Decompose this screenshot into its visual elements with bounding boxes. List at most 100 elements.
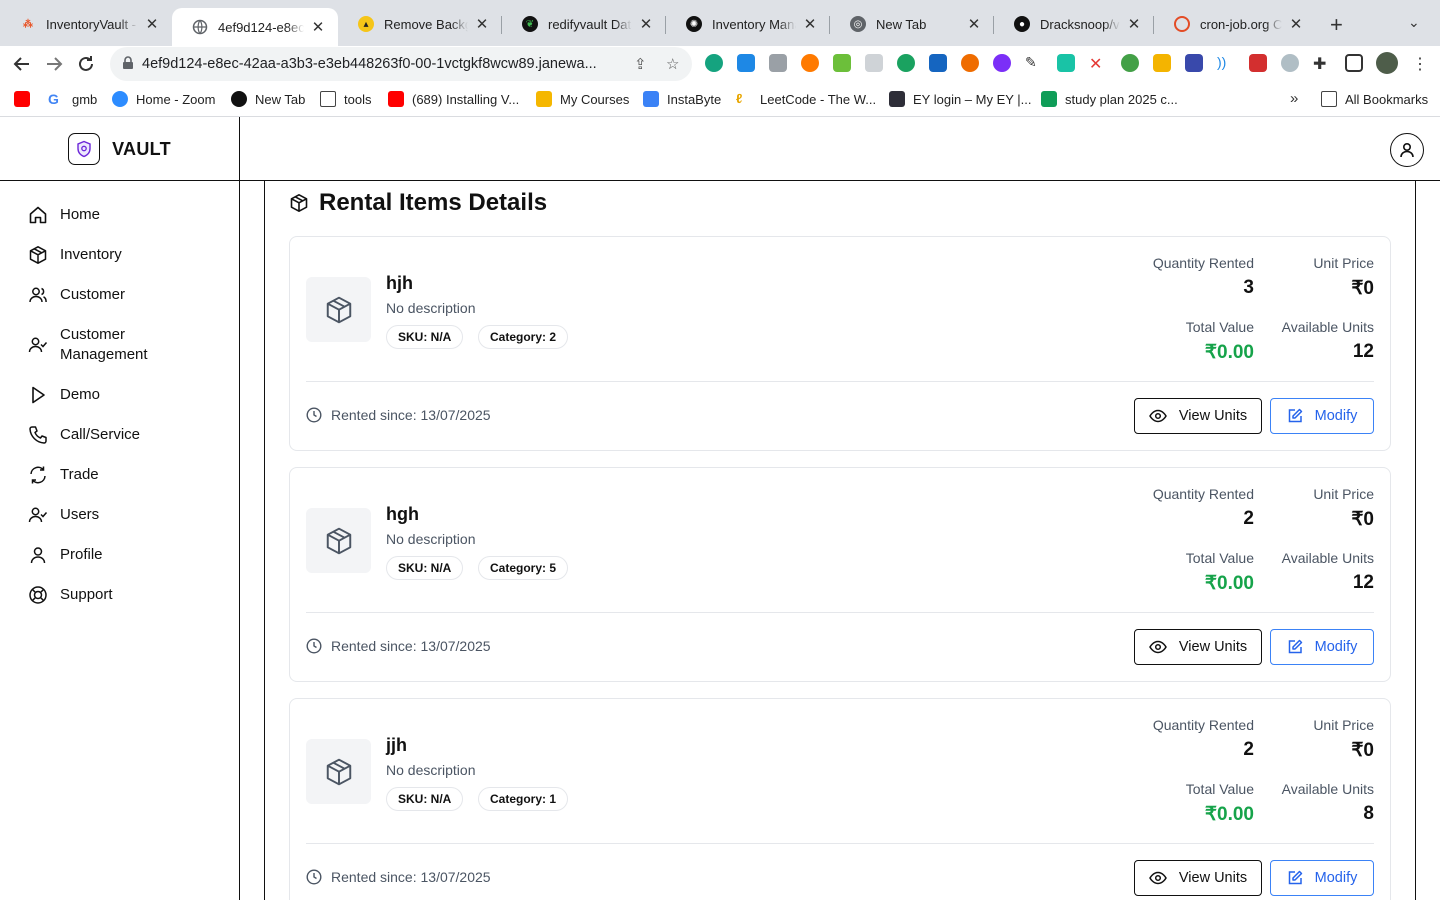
reader-extension-icon[interactable] [737,54,755,72]
browser-tab-active[interactable]: 4ef9d124-e8ec-4 ✕ [172,8,338,46]
unit-price-label: Unit Price [1313,255,1374,271]
bookmark-gmb[interactable]: Ggmb [48,91,97,107]
close-tab-icon[interactable]: ✕ [638,15,654,33]
eye-icon [1149,409,1167,423]
url-input[interactable] [142,47,632,81]
bookmark-leetcode[interactable]: ℓ LeetCode - The W... [736,91,876,107]
extension-icon[interactable] [897,54,915,72]
modify-button[interactable]: Modify [1270,398,1374,434]
youtube-icon [388,91,404,107]
back-arrow-icon[interactable] [10,52,34,76]
modify-button[interactable]: Modify [1270,629,1374,665]
close-tab-icon[interactable]: ✕ [144,15,160,33]
browser-tab-cronjob[interactable]: cron-job.org Con ✕ [1154,8,1316,40]
sidebar-item-home[interactable]: Home [28,205,100,225]
bookmark-folder-tools[interactable]: tools [320,91,371,107]
sidebar-item-users[interactable]: Users [28,505,99,525]
extension-icon[interactable] [865,54,883,72]
bookmark-instabyte[interactable]: InstaByte [643,91,721,107]
camera-extension-icon[interactable] [769,54,787,72]
profile-avatar-icon[interactable] [1376,52,1398,74]
extension-icon[interactable] [961,54,979,72]
extension-icon[interactable] [801,54,819,72]
forward-arrow-icon[interactable] [42,52,66,76]
quantity-rented-label: Quantity Rented [1152,486,1254,502]
google-icon: G [48,91,59,107]
share-icon[interactable]: ⇪ [634,55,647,73]
close-tab-icon[interactable]: ✕ [1288,15,1304,33]
item-name: hgh [386,504,419,524]
bookmark-study-plan[interactable]: study plan 2025 c... [1041,91,1178,107]
new-tab-plus-icon[interactable]: + [1330,12,1343,38]
close-tab-icon[interactable]: ✕ [802,15,818,33]
close-extension-icon[interactable]: ✕ [1089,54,1107,73]
available-units-value: 12 [1352,572,1374,593]
more-bookmarks-chevron-icon[interactable]: » [1290,90,1298,107]
sidebar-item-support[interactable]: Support [28,585,113,605]
browser-tab-inventoryvault[interactable]: ⁂ InventoryVault - R ✕ [0,8,172,40]
close-tab-icon[interactable]: ✕ [966,15,982,33]
card-divider [306,843,1374,844]
notion-extension-icon[interactable] [1057,54,1075,72]
user-account-button[interactable] [1390,133,1424,167]
bookmark-new-tab[interactable]: New Tab [231,91,305,107]
extension-icon[interactable] [833,54,851,72]
sidebar-item-trade[interactable]: Trade [28,465,99,485]
bookmark-zoom[interactable]: Home - Zoom [112,91,215,107]
extension-icon[interactable] [1153,54,1171,72]
close-tab-icon[interactable]: ✕ [310,18,326,36]
checkbox-extension-icon[interactable] [929,54,947,72]
shield-extension-icon[interactable] [1281,54,1299,72]
address-bar[interactable]: ⇪ ☆ [110,47,692,81]
sidebar-item-profile[interactable]: Profile [28,545,103,565]
plus-extension-icon[interactable] [1121,54,1139,72]
item-description: No description [386,300,476,316]
tab-search-chevron-icon[interactable]: ⌄ [1408,14,1420,31]
item-thumbnail [306,739,371,804]
view-units-button[interactable]: View Units [1134,398,1262,434]
browser-toolbar: ⇪ ☆ ✎ ✕ )) ✚ ⋮ [0,46,1440,82]
total-value-label: Total Value [1185,781,1254,797]
modify-button[interactable]: Modify [1270,860,1374,896]
view-units-button[interactable]: View Units [1134,629,1262,665]
sheets-icon [1041,91,1057,107]
all-bookmarks-folder[interactable]: All Bookmarks [1321,91,1428,107]
bookmark-ey-login[interactable]: EY login – My EY |... [889,91,1032,107]
side-panel-icon[interactable] [1345,54,1363,72]
pen-extension-icon[interactable]: ✎ [1025,54,1043,72]
bookmark-my-courses[interactable]: My Courses [536,91,629,107]
reload-icon[interactable] [74,52,98,76]
users-icon [29,287,47,303]
grammarly-extension-icon[interactable] [705,54,723,72]
browser-tab-github[interactable]: ● Dracksnoop/vault ✕ [994,8,1154,40]
brand[interactable]: VAULT [0,117,240,181]
sidebar-item-inventory[interactable]: Inventory [28,245,122,265]
eye-icon [1149,640,1167,654]
sidebar-item-customer[interactable]: Customer [28,285,125,305]
close-tab-icon[interactable]: ✕ [1126,15,1142,33]
browser-tab-new-tab[interactable]: ◎ New Tab ✕ [830,8,994,40]
browser-tab-inventory-manage[interactable]: ✺ Inventory Manage ✕ [666,8,830,40]
rocket-icon [643,91,659,107]
card-divider [306,381,1374,382]
kebab-menu-icon[interactable]: ⋮ [1412,54,1430,73]
browser-tab-mongodb[interactable]: ❦ redifyvault Data | ✕ [502,8,666,40]
user-check-icon [28,507,48,523]
total-value-label: Total Value [1185,550,1254,566]
audio-extension-icon[interactable]: )) [1217,54,1235,72]
sidebar-item-call-service[interactable]: Call/Service [28,425,140,445]
edit-icon [1288,408,1302,423]
extension-icon[interactable] [1249,54,1267,72]
bookmark-star-icon[interactable]: ☆ [666,55,679,73]
unit-price-label: Unit Price [1313,486,1374,502]
puzzle-extensions-icon[interactable]: ✚ [1313,54,1331,73]
browser-tab-remove-bg[interactable]: ▴ Remove Backgrou ✕ [338,8,502,40]
youtube-bookmark[interactable] [14,91,38,107]
view-units-button[interactable]: View Units [1134,860,1262,896]
extension-icon[interactable] [1185,54,1203,72]
sidebar-item-customer-management[interactable]: Customer Management [28,325,170,365]
sidebar-item-demo[interactable]: Demo [28,385,100,405]
close-tab-icon[interactable]: ✕ [474,15,490,33]
extension-icon[interactable] [993,54,1011,72]
bookmark-installing[interactable]: (689) Installing V... [388,91,519,107]
